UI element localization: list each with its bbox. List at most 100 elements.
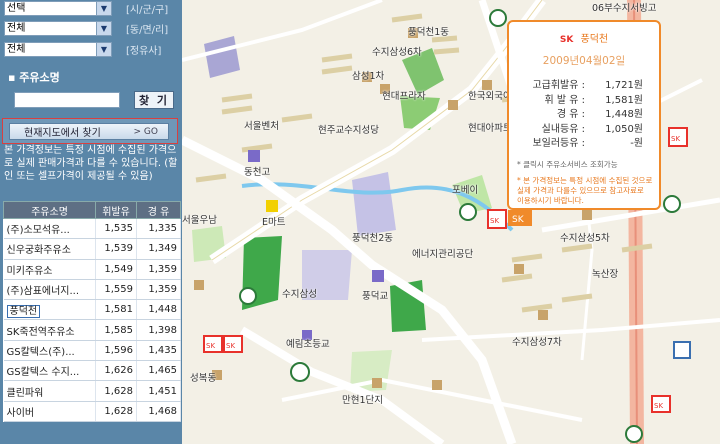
- map-label: 성복동: [190, 373, 217, 384]
- table-row[interactable]: GS칼텍스(주)... 1,596 1,435: [3, 340, 181, 362]
- road: [421, 318, 720, 342]
- find-on-map-bar: 현재지도에서 찾기 > GO: [2, 118, 178, 144]
- town-select[interactable]: 전체 ▼: [4, 20, 112, 36]
- station-name-input[interactable]: [14, 92, 120, 108]
- map-label: 서울우남: [182, 215, 217, 226]
- chevron-down-icon[interactable]: ▼: [96, 21, 111, 35]
- find-on-map-button[interactable]: 현재지도에서 찾기 > GO: [9, 123, 169, 140]
- svg-text:SK: SK: [671, 135, 680, 143]
- diesel-price-cell: 1,349: [136, 238, 181, 260]
- popup-price-list: 고급휘발유 :1,721원 휘 발 유 :1,581원 경 유 :1,448원 …: [509, 76, 659, 149]
- table-row[interactable]: (주)삼표에너지... 1,559 1,359: [3, 279, 181, 301]
- map-label: 풍덕천1동: [408, 27, 450, 38]
- gasoline-price-cell: 1,628: [95, 380, 137, 402]
- map-label: 녹산장: [592, 269, 619, 280]
- gasoline-price-cell: 1,628: [95, 401, 137, 422]
- gas-station-icon[interactable]: [673, 341, 691, 359]
- svg-text:SK: SK: [206, 342, 215, 350]
- map-label: 06부수지서빙고: [592, 3, 657, 14]
- gas-station-icon[interactable]: [489, 9, 507, 27]
- map-label: 만현1단지: [342, 395, 384, 406]
- station-name-cell[interactable]: 미키주유소: [3, 259, 96, 280]
- gasoline-price-cell: 1,585: [95, 319, 137, 341]
- gasoline-price-cell: 1,581: [95, 299, 137, 321]
- table-header-row: 주유소명 휘발유 경 유: [3, 201, 181, 219]
- gas-station-icon[interactable]: SK: [203, 335, 223, 353]
- refiner-select-tag: [정유사]: [126, 45, 162, 57]
- district-select[interactable]: 선택 ▼: [4, 0, 112, 16]
- map-label: 예림초등교: [286, 339, 330, 350]
- table-row[interactable]: GS칼텍스 수지... 1,626 1,465: [3, 360, 181, 382]
- gasoline-price-cell: 1,626: [95, 360, 137, 382]
- selected-station-name[interactable]: 풍덕천: [6, 305, 41, 319]
- station-name-cell[interactable]: GS칼텍스 수지...: [3, 360, 96, 382]
- search-button[interactable]: 찾 기: [134, 91, 174, 109]
- station-name-cell[interactable]: SK죽전역주유소: [3, 319, 96, 341]
- table-row[interactable]: (주)소모석유... 1,535 1,335: [3, 218, 181, 240]
- gasoline-price-cell: 1,549: [95, 259, 137, 280]
- route-marker-icon: [625, 425, 643, 443]
- table-row[interactable]: 클린파워 1,628 1,451: [3, 380, 181, 402]
- map-label: 수지삼성5차: [560, 233, 610, 244]
- gas-station-icon[interactable]: [663, 195, 681, 213]
- station-name-cell[interactable]: (주)삼표에너지...: [3, 279, 96, 301]
- table-row[interactable]: 사이버 1,628 1,468: [3, 401, 181, 422]
- table-row[interactable]: SK죽전역주유소 1,585 1,398: [3, 319, 181, 341]
- town-filter-row: 전체 ▼ [동/면/리]: [4, 20, 168, 36]
- table-row[interactable]: 신우궁화주유소 1,539 1,349: [3, 238, 181, 260]
- diesel-price-cell: 1,398: [136, 319, 181, 341]
- station-name-cell[interactable]: 클린파워: [3, 380, 96, 402]
- map-label: 삼성1차: [352, 71, 385, 82]
- chevron-down-icon[interactable]: ▼: [96, 1, 111, 15]
- gas-station-icon[interactable]: SK: [508, 210, 532, 226]
- gasoline-price-cell: 1,596: [95, 340, 137, 362]
- header-diesel[interactable]: 경 유: [136, 201, 181, 219]
- price-row: 보일러등유 : -원: [532, 138, 643, 149]
- table-row[interactable]: 풍덕천 1,581 1,448: [3, 299, 181, 321]
- road: [182, 0, 383, 62]
- station-name-cell[interactable]: 신우궁화주유소: [3, 238, 96, 260]
- town-select-tag: [동/면/리]: [126, 24, 169, 36]
- diesel-price-cell: 1,359: [136, 259, 181, 280]
- gas-station-icon[interactable]: [459, 203, 477, 221]
- gas-station-icon[interactable]: SK: [223, 335, 243, 353]
- refiner-select[interactable]: 전체 ▼: [4, 41, 112, 57]
- search-panel: 선택 ▼ [시/군/구] 전체 ▼ [동/면/리] 전체 ▼ [정유사] ▪ 주…: [0, 0, 182, 444]
- route-marker-icon: [290, 362, 310, 382]
- header-gasoline[interactable]: 휘발유: [95, 201, 137, 219]
- popup-date: 2009년04월02일: [542, 55, 626, 67]
- station-name-cell[interactable]: GS칼텍스(주)...: [3, 340, 96, 362]
- station-name-cell[interactable]: 풍덕천: [3, 299, 96, 321]
- station-name-label: ▪ 주유소명: [8, 71, 60, 84]
- gasoline-price-cell: 1,535: [95, 218, 137, 240]
- chevron-down-icon[interactable]: ▼: [96, 42, 111, 56]
- station-name-cell[interactable]: 사이버: [3, 401, 96, 422]
- svg-text:SK: SK: [654, 402, 663, 410]
- station-info-popup[interactable]: SK 풍덕천 2009년04월02일 고급휘발유 :1,721원 휘 발 유 :…: [507, 20, 661, 210]
- price-table: 주유소명 휘발유 경 유 (주)소모석유... 1,535 1,335 신우궁화주유소…: [3, 201, 181, 422]
- gas-station-icon[interactable]: SK: [487, 209, 507, 229]
- gas-station-icon[interactable]: [239, 287, 257, 305]
- gas-station-icon[interactable]: SK: [668, 127, 688, 147]
- map-label: 현주교: [318, 125, 345, 136]
- svg-text:SK: SK: [512, 215, 525, 225]
- map-label: 동천고: [244, 167, 271, 178]
- diesel-price-cell: 1,468: [136, 401, 181, 422]
- gas-station-icon[interactable]: SK: [651, 395, 671, 413]
- diesel-price-cell: 1,335: [136, 218, 181, 240]
- popup-header: SK 풍덕천: [509, 30, 659, 45]
- diesel-price-cell: 1,448: [136, 299, 181, 321]
- map-label: 풍덕교: [362, 291, 389, 302]
- district-select-tag: [시/군/구]: [126, 4, 169, 16]
- map-label: 수지삼성: [282, 289, 317, 300]
- emart-icon: [266, 200, 278, 212]
- station-name-cell[interactable]: (주)소모석유...: [3, 218, 96, 240]
- gasoline-price-cell: 1,539: [95, 238, 137, 260]
- map-label: 수지삼성6차: [372, 47, 422, 58]
- price-row: 휘 발 유 :1,581원: [544, 94, 643, 106]
- svg-text:SK: SK: [226, 342, 235, 350]
- popup-click-note: * 클릭시 주유소서비스 조회가능: [517, 159, 618, 169]
- svg-text:SK: SK: [490, 217, 499, 225]
- table-row[interactable]: 미키주유소 1,549 1,359: [3, 259, 181, 280]
- building-block: [204, 36, 240, 78]
